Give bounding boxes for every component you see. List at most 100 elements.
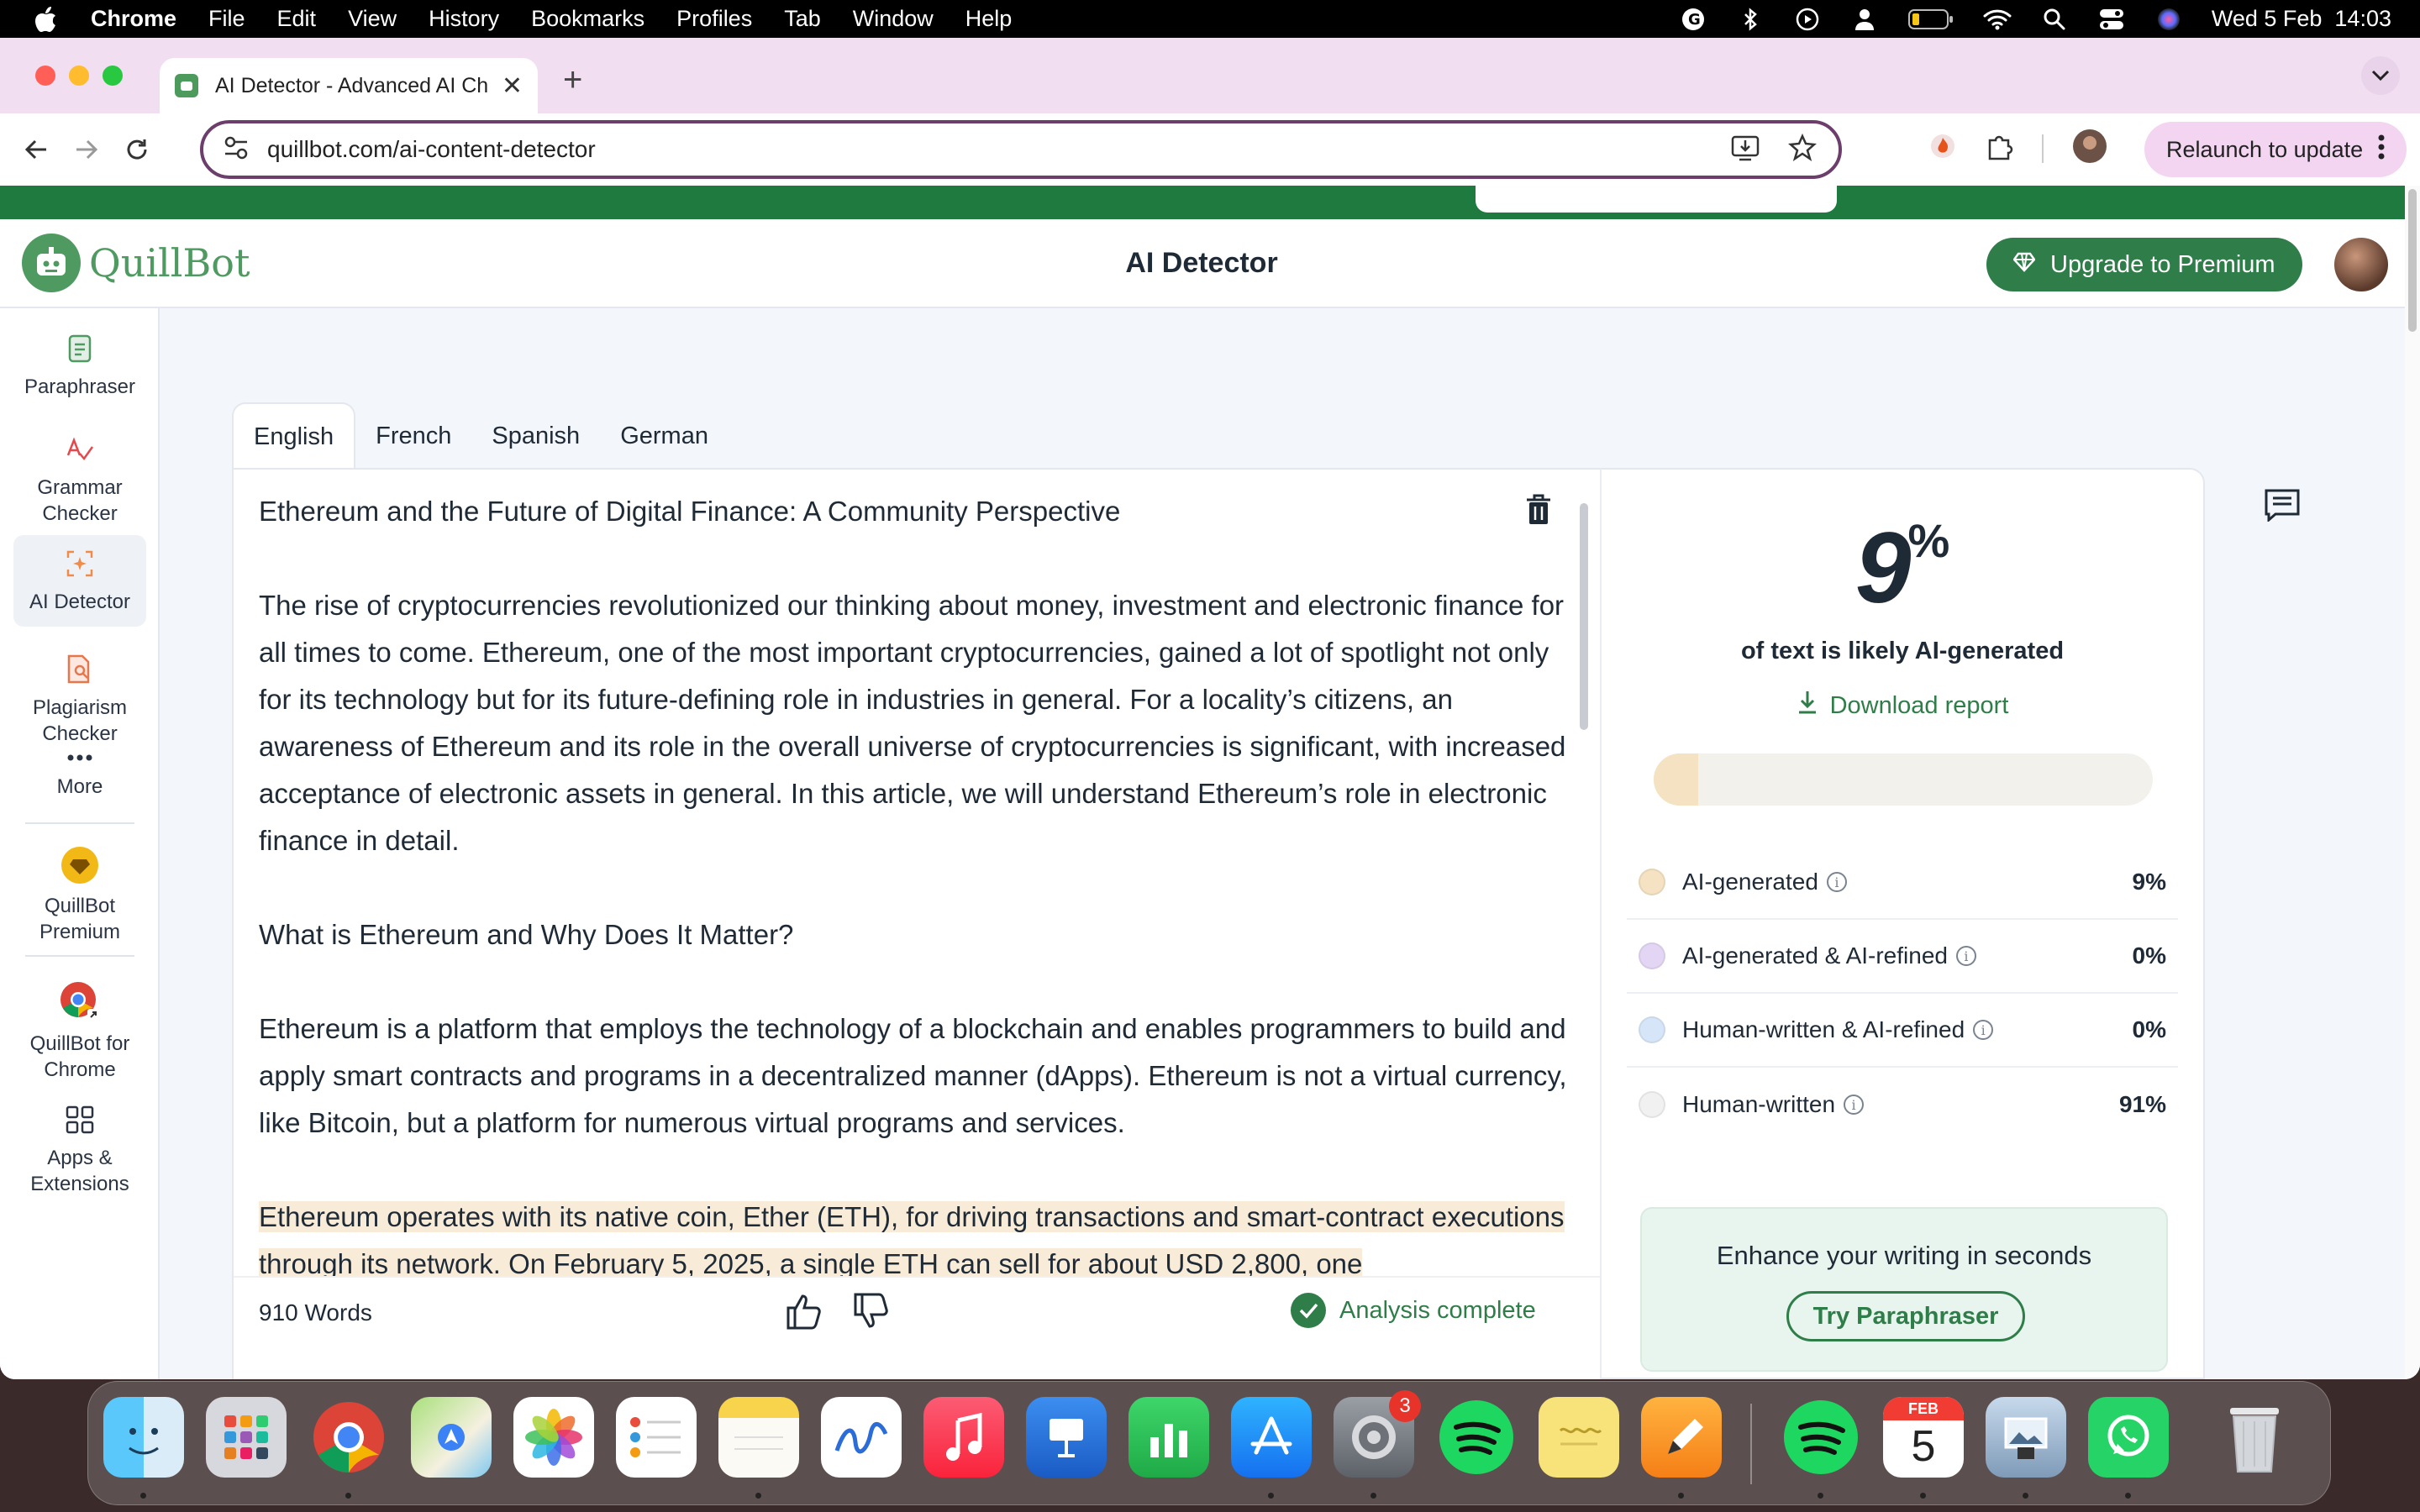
promo-banner-button[interactable] [1476,186,1837,213]
calendar-icon[interactable]: FEB 5 [1883,1397,1964,1478]
sidebar-item-premium[interactable]: QuillBot Premium [13,846,146,945]
window-controls [35,66,123,86]
menu-app-name[interactable]: Chrome [91,6,176,32]
whatsapp-icon[interactable] [2088,1397,2169,1478]
numbers-icon[interactable] [1128,1397,1209,1478]
thumbs-down-icon[interactable] [850,1289,894,1337]
text-editor[interactable]: Ethereum and the Future of Digital Finan… [232,468,1600,1379]
now-playing-icon[interactable] [1793,7,1822,32]
launchpad-icon[interactable] [206,1397,287,1478]
relaunch-to-update-button[interactable]: Relaunch to update [2144,122,2407,177]
legend-swatch [1639,1091,1665,1118]
user-account-icon[interactable] [1850,7,1879,32]
try-paraphraser-button[interactable]: Try Paraphraser [1786,1291,2025,1341]
apple-menu-icon[interactable] [34,5,59,34]
address-bar[interactable]: quillbot.com/ai-content-detector [200,120,1842,179]
tab-german[interactable]: German [600,402,729,470]
pages-icon[interactable] [1641,1397,1722,1478]
forward-arrow-icon[interactable] [67,130,106,169]
back-arrow-icon[interactable] [17,130,55,169]
freeform-icon[interactable] [821,1397,902,1478]
download-report-link[interactable]: Download report [1602,690,2203,722]
menubar-clock[interactable]: Wed 5 Feb 14:03 [2212,6,2391,32]
tab-french[interactable]: French [355,402,471,470]
menu-profiles[interactable]: Profiles [676,6,752,32]
extensions-puzzle-icon[interactable] [1985,132,2013,165]
info-icon[interactable]: i [1973,1020,1994,1040]
keynote-icon[interactable] [1026,1397,1107,1478]
page-scrollbar[interactable] [2405,186,2420,1379]
info-icon[interactable]: i [1955,946,1976,966]
system-settings-icon[interactable]: 3 [1334,1390,1421,1478]
grammarly-status-icon[interactable]: G [1679,7,1707,32]
legend-swatch [1639,1016,1665,1043]
tab-english[interactable]: English [232,402,356,470]
quillbot-logo[interactable]: QuillBot [22,234,250,292]
new-tab-button[interactable]: + [563,61,582,99]
menu-edit[interactable]: Edit [277,6,317,32]
finder-icon[interactable] [103,1397,184,1478]
running-indicator [1818,1493,1823,1499]
spotify-icon[interactable] [1436,1397,1517,1478]
minimize-window-button[interactable] [69,66,89,86]
sidebar-item-chrome-extension[interactable]: QuillBot for Chrome [13,980,146,1083]
editor-scrollbar[interactable] [1580,503,1588,730]
menu-view[interactable]: View [348,6,397,32]
sidebar-item-plagiarism-checker[interactable]: Plagiarism Checker [13,653,146,747]
spotify-running-icon[interactable] [1781,1397,1861,1478]
close-window-button[interactable] [35,66,55,86]
sidebar-item-apps-extensions[interactable]: Apps & Extensions [13,1103,146,1197]
reload-icon[interactable] [118,130,156,169]
control-center-icon[interactable] [2097,7,2126,32]
bluetooth-icon[interactable] [1736,7,1765,32]
extension-flame-icon[interactable] [1929,133,1956,164]
chrome-icon[interactable] [308,1397,389,1478]
notes-icon[interactable] [718,1397,799,1478]
install-app-icon[interactable] [1731,134,1760,166]
maps-icon[interactable] [411,1397,492,1478]
menu-bookmarks[interactable]: Bookmarks [531,6,644,32]
page-scrollbar-thumb[interactable] [2408,189,2417,332]
photos-icon[interactable] [513,1397,594,1478]
reminders-icon[interactable] [616,1397,697,1478]
battery-icon[interactable] [1907,7,1954,32]
siri-icon[interactable] [2154,7,2183,32]
sidebar-item-ai-detector[interactable]: AI Detector [13,535,146,627]
trash-icon[interactable] [2214,1397,2295,1478]
grammar-checker-icon [63,433,97,466]
info-icon[interactable]: i [1844,1095,1865,1115]
zoom-window-button[interactable] [103,66,123,86]
menu-file[interactable]: File [208,6,245,32]
profile-avatar-icon[interactable] [2072,129,2107,168]
delete-text-icon[interactable] [1524,493,1553,531]
app-store-icon[interactable] [1231,1397,1312,1478]
menu-help[interactable]: Help [965,6,1013,32]
upgrade-to-premium-button[interactable]: Upgrade to Premium [1986,238,2302,291]
tab-search-chevron-icon[interactable] [2361,56,2400,95]
menu-history[interactable]: History [429,6,499,32]
kebab-menu-icon[interactable] [2378,134,2385,165]
preview-icon[interactable] [1986,1397,2066,1478]
wifi-icon[interactable] [1983,7,2012,32]
music-icon[interactable] [923,1397,1004,1478]
document-text[interactable]: Ethereum and the Future of Digital Finan… [259,488,1570,1335]
tab-strip: AI Detector - Advanced AI Ch ✕ + [0,38,2420,113]
sidebar-label: Paraphraser [24,375,136,398]
tab-spanish[interactable]: Spanish [471,402,600,470]
user-avatar[interactable] [2334,238,2388,291]
sidebar-item-more[interactable]: More [13,745,146,800]
bookmark-star-icon[interactable] [1788,133,1817,166]
sidebar-item-grammar-checker[interactable]: Grammar Checker [13,433,146,527]
thumbs-up-icon[interactable] [783,1289,827,1337]
sidebar-item-paraphraser[interactable]: Paraphraser [13,332,146,400]
spotlight-search-icon[interactable] [2040,7,2069,32]
url-text[interactable]: quillbot.com/ai-content-detector [267,136,596,163]
active-tab[interactable]: AI Detector - Advanced AI Ch ✕ [160,58,538,113]
site-settings-icon[interactable] [224,136,249,164]
comment-feedback-icon[interactable] [2264,488,2301,526]
menu-tab[interactable]: Tab [784,6,821,32]
info-icon[interactable]: i [1826,872,1847,892]
menu-window[interactable]: Window [853,6,934,32]
close-tab-icon[interactable]: ✕ [502,71,523,101]
stickies-icon[interactable] [1539,1397,1619,1478]
